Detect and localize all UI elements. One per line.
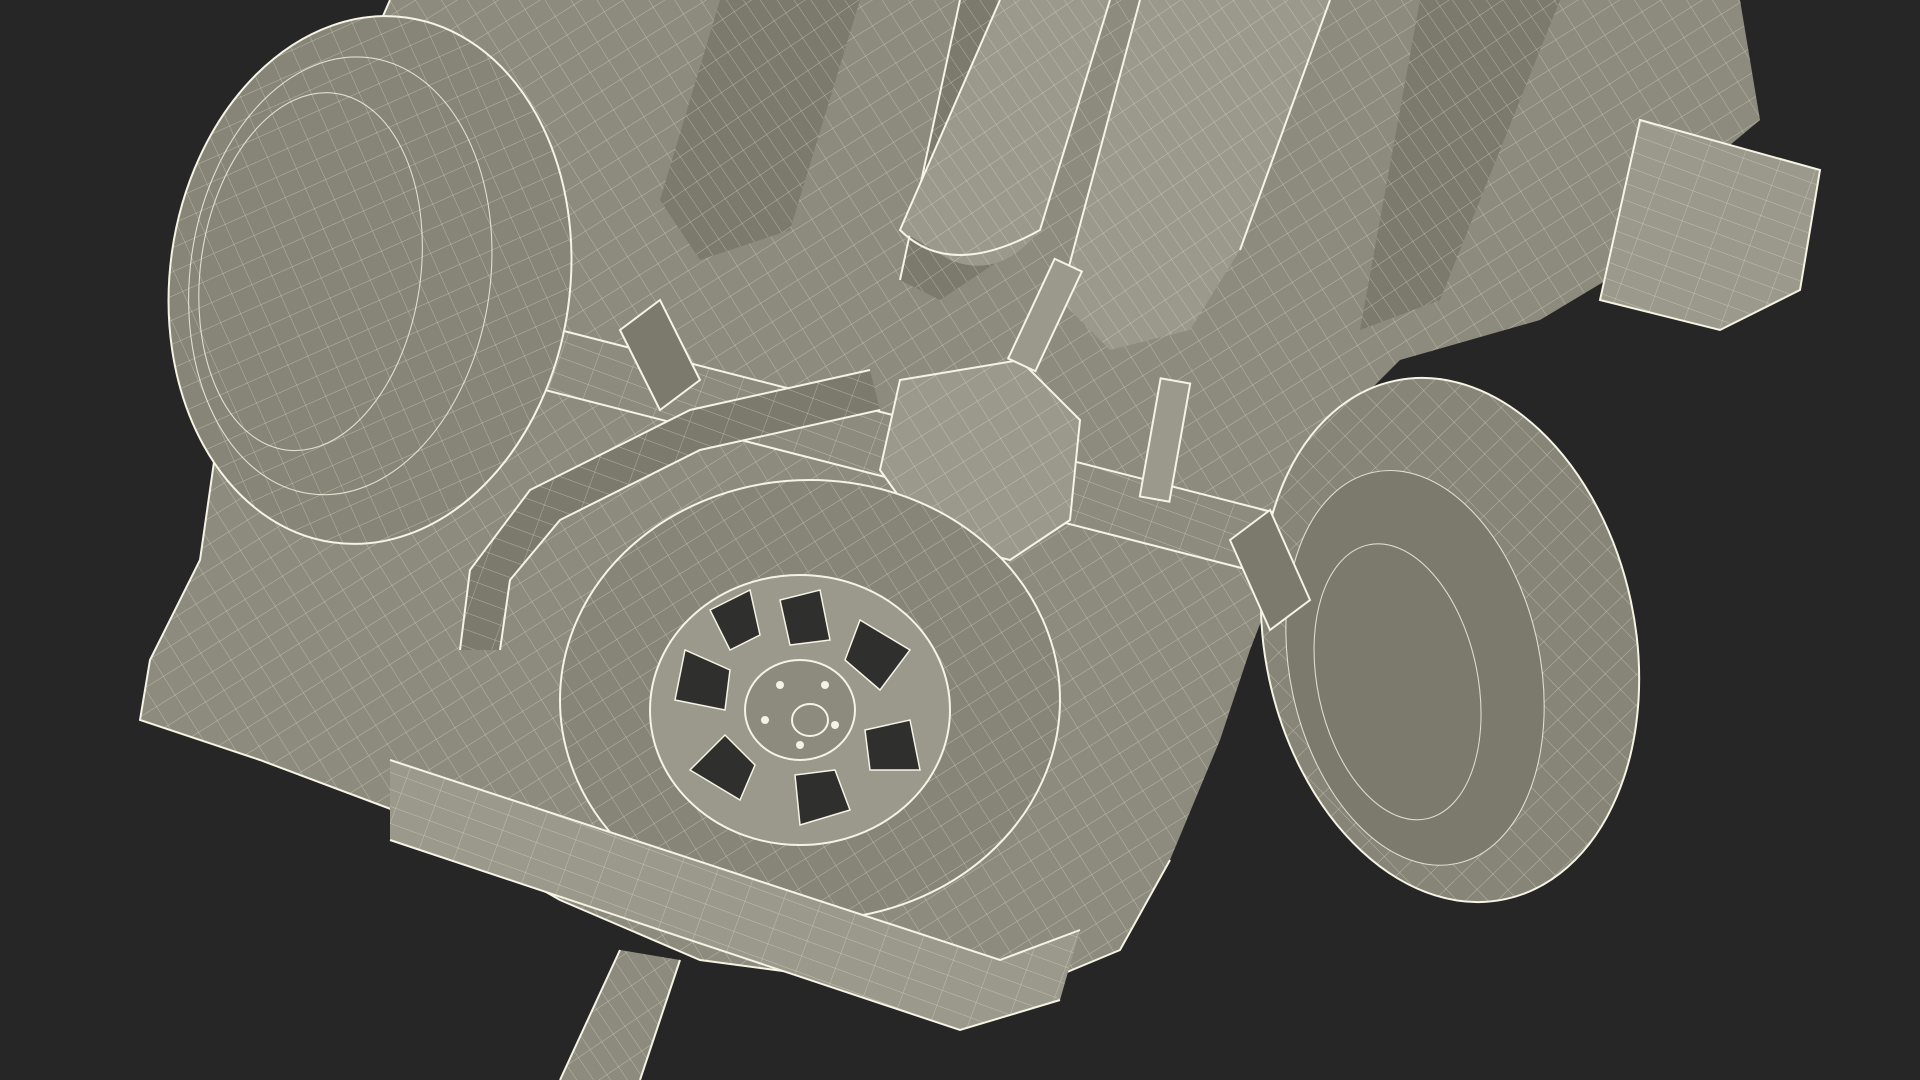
tow-hitch: [559, 949, 681, 1080]
render-viewport: [0, 0, 1920, 1080]
spare-wheel-rim: [649, 574, 951, 846]
right-body-panel: [1598, 118, 1822, 332]
wireframe-render: [138, 0, 1822, 1080]
